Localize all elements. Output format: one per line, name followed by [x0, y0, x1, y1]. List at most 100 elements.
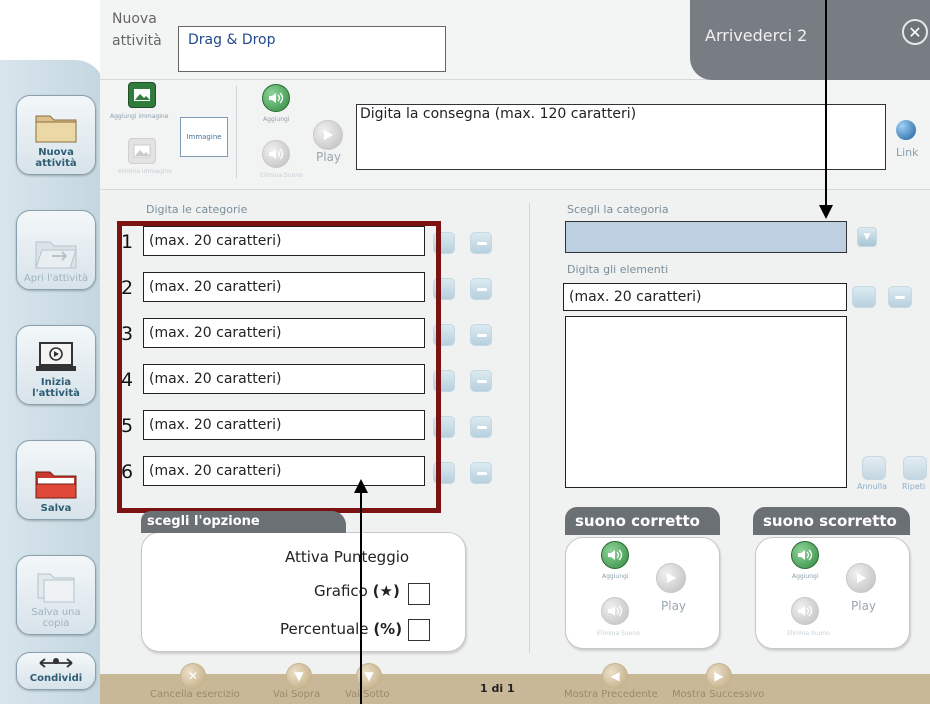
star-icon: (★) — [372, 582, 400, 600]
image-icon — [133, 144, 151, 158]
new-activity-button[interactable]: Nuova attività — [16, 95, 96, 175]
delete-sound-label: Elimina Suono — [260, 172, 303, 179]
delete-sound-button[interactable] — [262, 140, 290, 168]
elements-list[interactable] — [565, 316, 847, 488]
play-icon — [324, 130, 333, 140]
image-icon — [134, 89, 150, 101]
move-up-label: Vai Sopra — [273, 689, 321, 700]
open-activity-button[interactable]: Apri l'attività — [16, 210, 96, 290]
correct-sound-delete-label: Elimina Suono — [597, 630, 640, 637]
previous-icon[interactable]: ◀ — [602, 663, 628, 689]
category-remove-button[interactable] — [470, 462, 492, 484]
copy-folder-icon — [37, 573, 75, 603]
wrong-sound-delete-button[interactable] — [791, 597, 819, 625]
show-next-label: Mostra Successivo — [672, 689, 765, 700]
percent-symbol: (%) — [373, 620, 403, 638]
correct-sound-panel — [565, 537, 720, 649]
wrong-sound-panel — [755, 537, 910, 649]
sidebar-item-label: Condividi — [29, 673, 83, 684]
percent-score-label: Percentuale — [280, 620, 369, 638]
wrong-sound-add-button[interactable] — [791, 541, 819, 569]
close-icon[interactable]: ✕ — [902, 19, 928, 45]
add-sound-button[interactable] — [262, 84, 290, 112]
trash-icon[interactable]: ✕ — [180, 663, 206, 689]
wrong-sound-add-label: Aggiungi — [792, 573, 819, 580]
speaker-icon — [269, 148, 284, 160]
new-activity-title-label: Nuova attività — [112, 11, 162, 49]
user-name: Arrivederci 2 — [705, 26, 808, 45]
graphic-score-checkbox[interactable] — [408, 583, 430, 605]
chevron-down-icon[interactable]: ▼ — [857, 227, 877, 247]
share-button[interactable]: Condividi — [16, 652, 96, 690]
sidebar-item-label: Apri l'attività — [23, 273, 89, 284]
percent-score-checkbox[interactable] — [408, 619, 430, 641]
correct-sound-add-label: Aggiungi — [602, 573, 629, 580]
show-previous-label: Mostra Precedente — [564, 689, 658, 700]
add-image-label: Aggiungi immagine — [110, 113, 169, 120]
correct-sound-delete-button[interactable] — [601, 597, 629, 625]
folder-icon — [35, 115, 77, 143]
sidebar-item-label: Salva — [40, 503, 72, 514]
enable-score-label: Attiva Punteggio — [285, 548, 410, 566]
open-folder-icon — [35, 241, 77, 269]
wrong-sound-header: suono scorretto — [753, 507, 910, 535]
undo-label: Annulla — [857, 482, 888, 491]
speaker-icon — [608, 549, 623, 561]
column-divider — [529, 203, 530, 653]
undo-icon[interactable] — [862, 456, 886, 480]
category-remove-button[interactable] — [470, 278, 492, 300]
correct-sound-header: suono corretto — [565, 507, 720, 535]
wrong-sound-play-label: Play — [851, 599, 877, 613]
wrong-sound-play-button[interactable] — [846, 563, 876, 593]
start-activity-button[interactable]: Inizia l'attività — [16, 325, 96, 405]
highlight-frame — [117, 221, 441, 513]
play-button[interactable] — [313, 120, 343, 150]
sidebar-item-label: Salva una copia — [31, 607, 81, 629]
category-remove-button[interactable] — [470, 232, 492, 254]
redo-icon[interactable] — [903, 456, 927, 480]
correct-sound-play-button[interactable] — [656, 563, 686, 593]
instructions-placeholder: Digita la consegna (max. 120 caratteri) — [360, 106, 637, 122]
elements-label: Digita gli elementi — [567, 263, 669, 276]
arrow-up-icon[interactable]: ▼ — [286, 663, 312, 689]
next-icon[interactable]: ▶ — [706, 663, 732, 689]
speaker-icon — [798, 549, 813, 561]
category-remove-button[interactable] — [470, 370, 492, 392]
globe-icon[interactable] — [896, 120, 916, 140]
annotation-arrowhead-up — [354, 479, 368, 493]
category-remove-button[interactable] — [470, 324, 492, 346]
element-input[interactable]: (max. 20 caratteri) — [563, 283, 847, 311]
activity-title-value: Drag & Drop — [188, 32, 276, 48]
sidebar-item-label: Inizia l'attività — [32, 377, 80, 399]
speaker-icon — [608, 605, 623, 617]
annotation-arrowhead-down — [819, 205, 833, 219]
play-icon — [857, 573, 866, 583]
add-image-button[interactable] — [128, 82, 156, 108]
toolbar-divider — [236, 86, 237, 178]
wrong-sound-delete-label: Elimina Suono — [787, 630, 830, 637]
speaker-icon — [269, 92, 284, 104]
play-label: Play — [316, 150, 342, 164]
delete-image-button[interactable] — [128, 138, 156, 164]
category-remove-button[interactable] — [470, 416, 492, 438]
save-copy-button[interactable]: Salva una copia — [16, 555, 96, 635]
save-folder-icon — [35, 471, 77, 499]
annotation-arrow-line — [360, 492, 362, 704]
sidebar-item-label: Nuova attività — [35, 147, 77, 169]
percent-score-option: Percentuale (%) — [280, 620, 402, 638]
speaker-icon — [798, 605, 813, 617]
element-remove-button[interactable] — [888, 286, 912, 308]
link-label: Link — [896, 146, 919, 159]
category-select[interactable] — [565, 221, 847, 253]
choose-category-label: Scegli la categoria — [567, 203, 669, 216]
move-down-label: Vai Sotto — [345, 689, 390, 700]
save-button[interactable]: Salva — [16, 440, 96, 520]
page-indicator: 1 di 1 — [480, 682, 515, 695]
image-preview[interactable]: Immagine — [180, 117, 228, 157]
monitor-play-icon — [36, 342, 76, 371]
element-add-button[interactable] — [852, 286, 876, 308]
correct-sound-play-label: Play — [661, 599, 687, 613]
play-icon — [667, 573, 676, 583]
correct-sound-add-button[interactable] — [601, 541, 629, 569]
score-options-header: scegli l'opzione 'punteggio' — [141, 511, 346, 551]
